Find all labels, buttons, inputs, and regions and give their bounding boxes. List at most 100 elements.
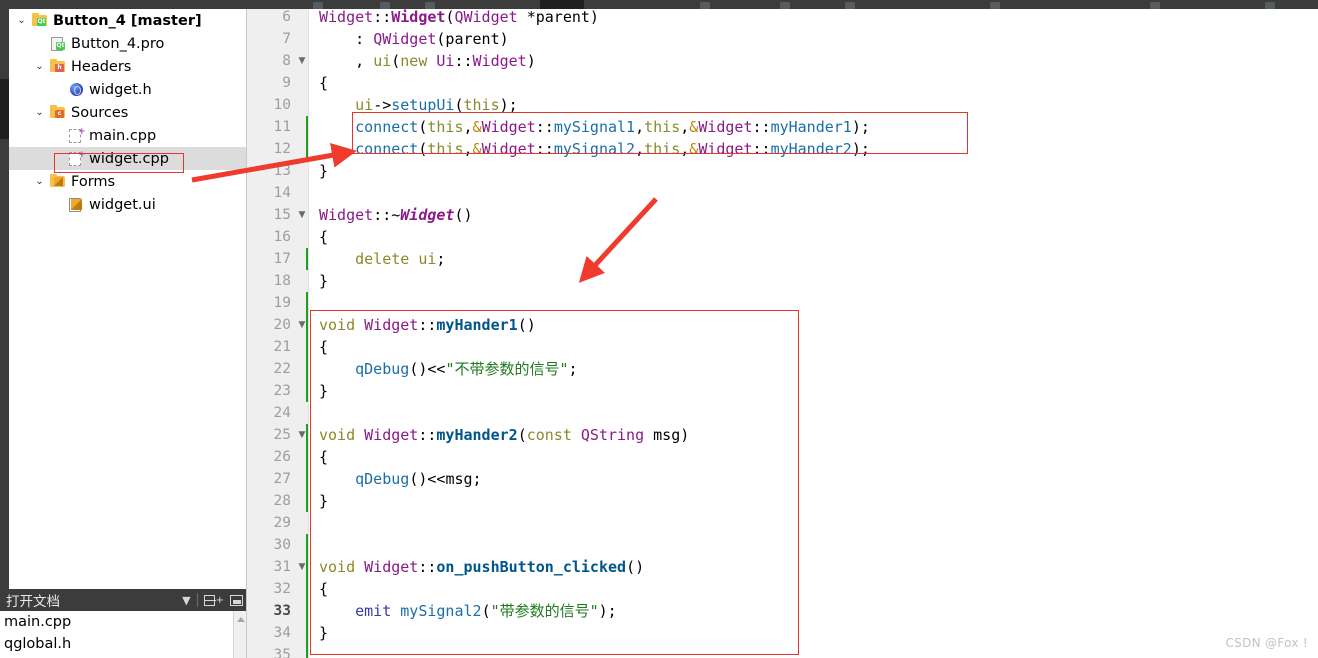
code-line[interactable]: }: [319, 270, 328, 292]
code-line[interactable]: }: [319, 622, 328, 644]
toolbar-icon-8[interactable]: [1150, 2, 1160, 9]
open-documents-scrollbar[interactable]: [233, 611, 247, 658]
tree-item-sources[interactable]: ⌄ c Sources: [9, 101, 247, 124]
code-line[interactable]: }: [319, 380, 328, 402]
code-token: ,: [319, 52, 374, 70]
code-token: (): [517, 316, 536, 334]
code-token: ): [526, 52, 536, 70]
code-token: new: [400, 52, 428, 70]
chevron-down-icon[interactable]: ⌄: [31, 176, 48, 187]
line-number: 6: [282, 9, 291, 25]
code-token: Widget: [364, 426, 419, 444]
code-line[interactable]: connect(this,&Widget::mySignal2,this,&Wi…: [319, 138, 870, 160]
tree-item-widget-ui[interactable]: widget.ui: [9, 193, 247, 216]
code-line[interactable]: qDebug()<<"不带参数的信号";: [319, 358, 577, 380]
code-token: ::: [535, 140, 554, 158]
close-pane-icon[interactable]: [230, 594, 243, 606]
chevron-down-icon[interactable]: ⌄: [31, 107, 48, 118]
toolbar-icon-2[interactable]: [380, 2, 390, 9]
code-token: &: [472, 118, 482, 136]
tree-item-forms[interactable]: ⌄ Forms: [9, 170, 247, 193]
divider: [196, 593, 198, 607]
code-token: );: [851, 140, 870, 158]
code-line[interactable]: qDebug()<<msg;: [319, 468, 481, 490]
open-document-item[interactable]: main.cpp: [0, 611, 247, 633]
code-token: "不带参数的信号": [445, 360, 569, 378]
editor-code-area[interactable]: Widget::Widget(QWidget *parent) : QWidge…: [309, 9, 1318, 658]
line-number: 19: [273, 295, 291, 311]
code-token: ui: [355, 96, 374, 114]
code-token: }: [319, 162, 329, 180]
code-line[interactable]: {: [319, 446, 328, 468]
scroll-up-arrow-icon[interactable]: [237, 617, 245, 622]
line-number: 26: [273, 449, 291, 465]
code-line[interactable]: {: [319, 336, 328, 358]
left-panel: ⌄ Qt Button_4 [master] Qt Button_4.pro ⌄ h Head…: [0, 9, 247, 658]
toolbar-icon-9[interactable]: [1265, 2, 1275, 9]
toolbar-icon-1[interactable]: [313, 2, 323, 9]
code-line[interactable]: }: [319, 490, 328, 512]
toolbar-icon-5[interactable]: [780, 2, 790, 9]
qt-pro-file-icon: Qt: [48, 35, 68, 52]
code-line[interactable]: connect(this,&Widget::mySignal1,this,&Wi…: [319, 116, 870, 138]
toolbar-icon-3[interactable]: [425, 2, 435, 9]
code-line[interactable]: void Widget::myHander1(): [319, 314, 536, 336]
toolbar-dark-segment: [540, 0, 584, 9]
code-line[interactable]: void Widget::on_pushButton_clicked(): [319, 556, 644, 578]
code-line[interactable]: {: [319, 72, 328, 94]
tree-item-main-cpp[interactable]: + main.cpp: [9, 124, 247, 147]
code-line[interactable]: : QWidget(parent): [319, 28, 509, 50]
toolbar-icon-6[interactable]: [845, 2, 855, 9]
line-number: 15: [273, 207, 291, 223]
code-token: ::: [752, 140, 771, 158]
open-document-item[interactable]: qglobal.h: [0, 633, 247, 655]
tree-item-label: widget.cpp: [89, 150, 169, 167]
tree-item-widget-cpp[interactable]: + widget.cpp: [9, 147, 247, 170]
code-line[interactable]: void Widget::myHander2(const QString msg…: [319, 424, 689, 446]
chevron-down-icon[interactable]: ⌄: [13, 15, 30, 26]
tree-item-button-4-master-[interactable]: ⌄ Qt Button_4 [master]: [9, 9, 247, 32]
code-token: mySignal2: [553, 140, 636, 158]
split-pane-icon[interactable]: +: [203, 594, 224, 606]
code-line[interactable]: Widget::Widget(QWidget *parent): [319, 9, 599, 28]
project-tree[interactable]: ⌄ Qt Button_4 [master] Qt Button_4.pro ⌄ h Head…: [9, 9, 247, 589]
chevron-down-icon[interactable]: ⌄: [31, 61, 48, 72]
fold-toggle-icon[interactable]: ▼: [296, 50, 308, 72]
tree-item-widget-h[interactable]: widget.h: [9, 78, 247, 101]
code-token: Widget: [481, 118, 536, 136]
fold-toggle-icon[interactable]: ▼: [296, 204, 308, 226]
line-number: 23: [273, 383, 291, 399]
toolbar-icon-7[interactable]: [990, 2, 1000, 9]
tree-item-headers[interactable]: ⌄ h Headers: [9, 55, 247, 78]
code-token: (): [454, 206, 473, 224]
code-line[interactable]: {: [319, 578, 328, 600]
qt-creator-window: ⌄ Qt Button_4 [master] Qt Button_4.pro ⌄ h Head…: [0, 0, 1318, 658]
line-number: 21: [273, 339, 291, 355]
code-token: this: [427, 118, 464, 136]
code-token: this: [644, 118, 681, 136]
code-line[interactable]: }: [319, 160, 328, 182]
open-documents-list[interactable]: main.cpp qglobal.h: [0, 611, 247, 658]
tree-item-label: widget.ui: [89, 196, 156, 213]
code-line[interactable]: ui->setupUi(this);: [319, 94, 518, 116]
line-number: 9: [282, 75, 291, 91]
code-token: <<: [427, 470, 446, 488]
editor-gutter[interactable]: 6 7 8 ▼ 9 10 11 12 13 14 15 ▼ 16 17 18 19 20 ▼ 21 22 23 24 25 ▼…: [247, 9, 309, 658]
code-token: ,: [680, 140, 690, 158]
mode-selector-active[interactable]: [0, 79, 9, 139]
code-line[interactable]: Widget::~Widget(): [319, 204, 473, 226]
toolbar-icon-4[interactable]: [700, 2, 710, 9]
code-line[interactable]: , ui(new Ui::Widget): [319, 50, 536, 72]
chevron-down-icon[interactable]: ▼: [182, 595, 190, 606]
code-editor[interactable]: 6 7 8 ▼ 9 10 11 12 13 14 15 ▼ 16 17 18 19 20 ▼ 21 22 23 24 25 ▼…: [247, 9, 1318, 658]
mode-selector-rail[interactable]: [0, 9, 9, 589]
code-line[interactable]: delete ui;: [319, 248, 445, 270]
tree-item-button-4-pro[interactable]: Qt Button_4.pro: [9, 32, 247, 55]
code-line[interactable]: emit mySignal2("带参数的信号");: [319, 600, 617, 622]
code-token: }: [319, 272, 329, 290]
code-line[interactable]: {: [319, 226, 328, 248]
